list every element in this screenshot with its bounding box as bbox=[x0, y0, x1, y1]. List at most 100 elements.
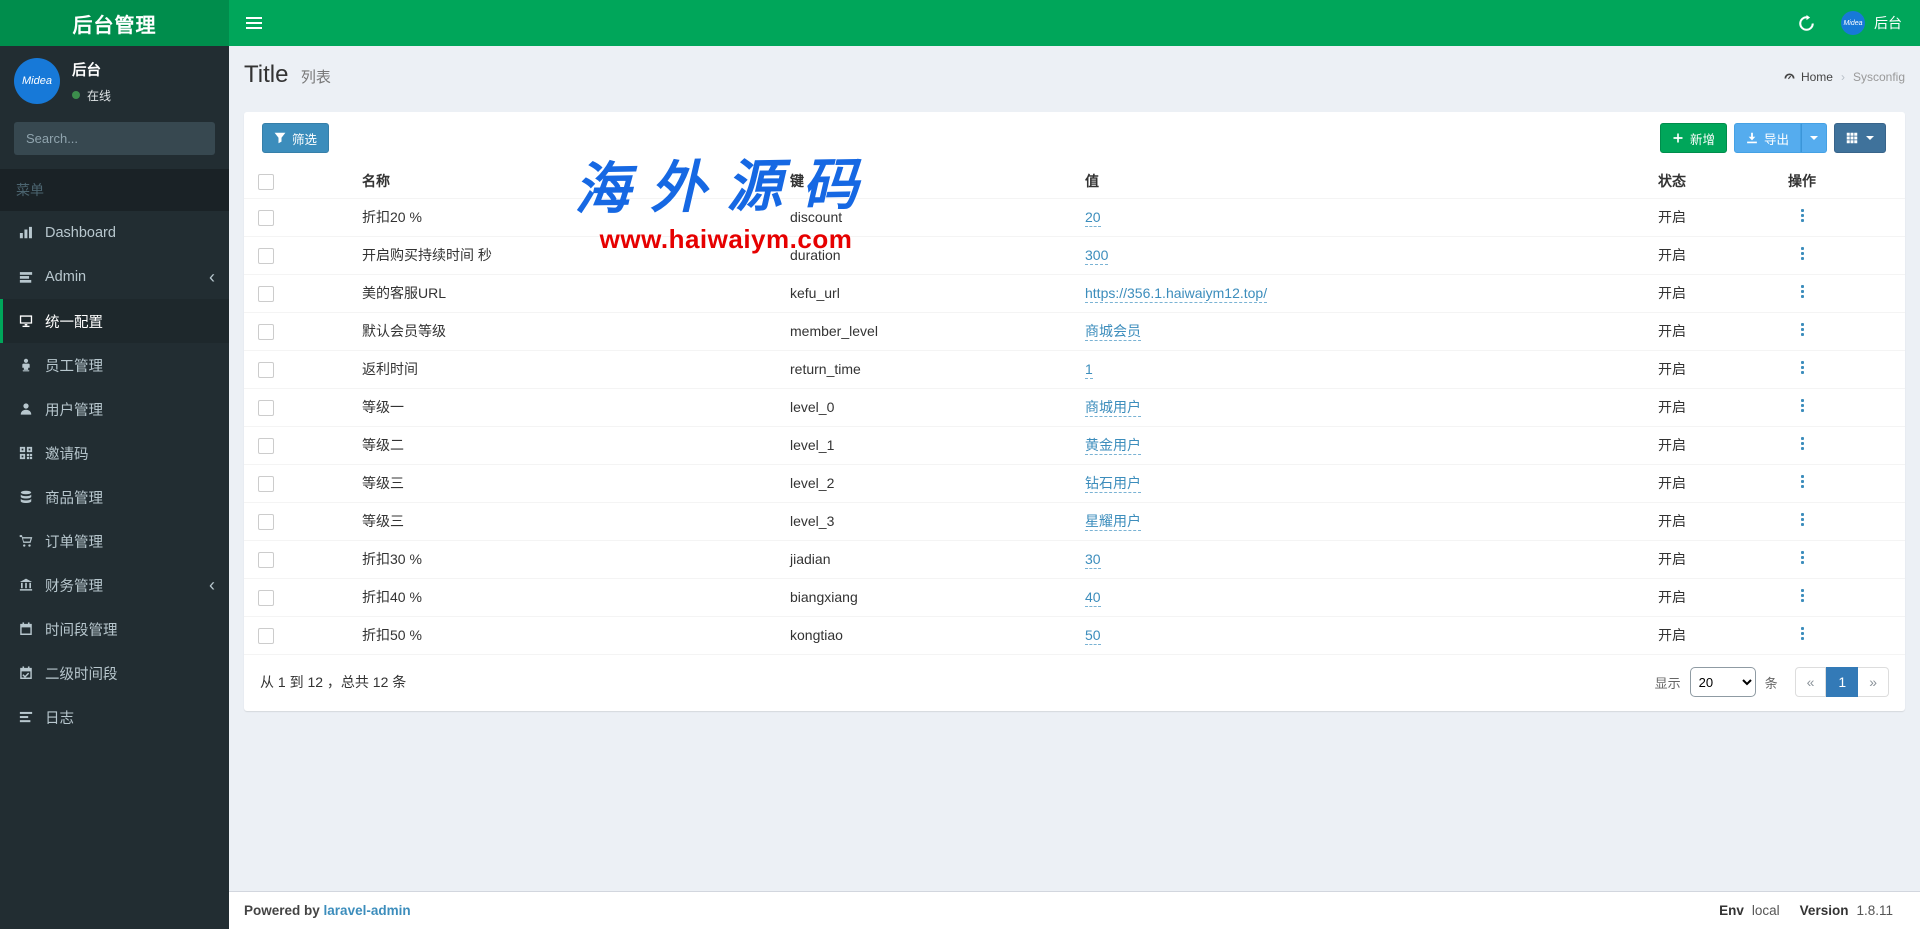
cell-status: 开启 bbox=[1650, 236, 1780, 275]
cell-status: 开启 bbox=[1650, 312, 1780, 351]
cell-value-editable-link[interactable]: 300 bbox=[1085, 247, 1109, 265]
table-header-row: 名称 键 值 状态 操作 bbox=[244, 164, 1905, 199]
cell-status: 开启 bbox=[1650, 464, 1780, 503]
cell-value-editable-link[interactable]: 黄金用户 bbox=[1085, 437, 1141, 455]
cell-value-editable-link[interactable]: 商城用户 bbox=[1085, 399, 1141, 417]
row-checkbox[interactable] bbox=[258, 210, 274, 227]
search-button[interactable] bbox=[214, 122, 215, 155]
row-checkbox[interactable] bbox=[258, 438, 274, 455]
sidebar-item-admin[interactable]: Admin ‹ bbox=[0, 255, 229, 299]
row-actions-icon[interactable] bbox=[1801, 475, 1804, 478]
sidebar-item-orders[interactable]: 订单管理 ‹ bbox=[0, 519, 229, 563]
row-checkbox[interactable] bbox=[258, 476, 274, 493]
row-actions-icon[interactable] bbox=[1801, 399, 1804, 402]
create-button[interactable]: 新增 bbox=[1659, 123, 1727, 153]
sidebar-item-log[interactable]: 日志 ‹ bbox=[0, 695, 229, 739]
sidebar-item-dashboard[interactable]: Dashboard ‹ bbox=[0, 211, 229, 255]
row-checkbox[interactable] bbox=[258, 628, 274, 645]
sidebar-item-unified-config[interactable]: 统一配置 ‹ bbox=[0, 299, 229, 343]
column-selector-button[interactable] bbox=[1834, 123, 1886, 153]
sidebar-search bbox=[14, 122, 215, 155]
cell-status: 开启 bbox=[1650, 540, 1780, 579]
page-footer: Powered by laravel-admin Env local Versi… bbox=[229, 891, 1920, 929]
row-checkbox[interactable] bbox=[258, 248, 274, 265]
column-header-action: 操作 bbox=[1780, 164, 1905, 199]
row-actions-icon[interactable] bbox=[1801, 589, 1804, 592]
row-checkbox[interactable] bbox=[258, 552, 274, 569]
cell-value-editable-link[interactable]: 30 bbox=[1085, 551, 1101, 569]
row-actions-icon[interactable] bbox=[1801, 627, 1804, 630]
search-input[interactable] bbox=[14, 122, 214, 155]
breadcrumb-home-link[interactable]: Home bbox=[1783, 70, 1833, 84]
row-actions-icon[interactable] bbox=[1801, 209, 1804, 212]
cell-name: 折扣40 % bbox=[354, 578, 782, 617]
chevron-left-icon: ‹ bbox=[209, 575, 215, 595]
cell-value-editable-link[interactable]: 钻石用户 bbox=[1085, 475, 1141, 493]
main-content: Title 列表 Home › Sysconfig 海外源码 www.haiwa… bbox=[229, 46, 1920, 929]
chevron-left-icon: ‹ bbox=[209, 267, 215, 287]
sidebar-item-finance[interactable]: 财务管理 ‹ bbox=[0, 563, 229, 607]
cell-status: 开启 bbox=[1650, 274, 1780, 313]
cell-key: kefu_url bbox=[782, 274, 1077, 313]
row-checkbox[interactable] bbox=[258, 286, 274, 303]
row-actions-icon[interactable] bbox=[1801, 285, 1804, 288]
cell-value-editable-link[interactable]: 20 bbox=[1085, 209, 1101, 227]
sidebar-item-users[interactable]: 用户管理 ‹ bbox=[0, 387, 229, 431]
row-actions-icon[interactable] bbox=[1801, 513, 1804, 516]
refresh-button[interactable] bbox=[1791, 0, 1821, 46]
sidebar-user-name: 后台 bbox=[72, 62, 101, 79]
cell-key: level_0 bbox=[782, 388, 1077, 427]
sidebar-item-timeslot[interactable]: 时间段管理 ‹ bbox=[0, 607, 229, 651]
sidebar-toggle-button[interactable] bbox=[229, 0, 279, 46]
per-page-select[interactable]: 20 bbox=[1689, 667, 1756, 697]
column-header-status: 状态 bbox=[1650, 164, 1780, 199]
row-actions-icon[interactable] bbox=[1801, 437, 1804, 440]
version-value: 1.8.11 bbox=[1856, 903, 1893, 918]
row-actions-icon[interactable] bbox=[1801, 247, 1804, 250]
brand-logo[interactable]: 后台管理 bbox=[0, 0, 229, 46]
cell-value-editable-link[interactable]: 星耀用户 bbox=[1085, 513, 1141, 531]
row-checkbox[interactable] bbox=[258, 400, 274, 417]
row-actions-icon[interactable] bbox=[1801, 551, 1804, 554]
env-label: Env bbox=[1719, 903, 1744, 918]
download-icon bbox=[1747, 132, 1757, 144]
bank-icon bbox=[16, 578, 36, 592]
sidebar-item-goods[interactable]: 商品管理 ‹ bbox=[0, 475, 229, 519]
row-checkbox[interactable] bbox=[258, 590, 274, 607]
powered-by-label: Powered by bbox=[244, 903, 320, 918]
export-dropdown-button[interactable] bbox=[1801, 123, 1827, 153]
cell-value-editable-link[interactable]: 40 bbox=[1085, 589, 1101, 607]
navbar-user-menu[interactable]: Midea 后台 bbox=[1841, 0, 1902, 46]
cell-value-editable-link[interactable]: 商城会员 bbox=[1085, 323, 1141, 341]
cell-value-editable-link[interactable]: 50 bbox=[1085, 627, 1101, 645]
column-header-value: 值 bbox=[1077, 164, 1650, 199]
sidebar-item-sub-timeslot[interactable]: 二级时间段 ‹ bbox=[0, 651, 229, 695]
export-button[interactable]: 导出 bbox=[1733, 123, 1801, 153]
row-checkbox[interactable] bbox=[258, 514, 274, 531]
row-actions-icon[interactable] bbox=[1801, 323, 1804, 326]
row-actions-icon[interactable] bbox=[1801, 361, 1804, 364]
row-checkbox[interactable] bbox=[258, 362, 274, 379]
caret-down-icon bbox=[1866, 136, 1874, 140]
filter-button[interactable]: 筛选 bbox=[262, 123, 330, 153]
grid-icon bbox=[1846, 132, 1858, 144]
pagination-next-button[interactable]: » bbox=[1858, 667, 1889, 697]
select-all-checkbox[interactable] bbox=[258, 173, 274, 190]
cell-key: member_level bbox=[782, 312, 1077, 351]
sidebar-item-staff[interactable]: 员工管理 ‹ bbox=[0, 343, 229, 387]
cell-key: discount bbox=[782, 198, 1077, 237]
laravel-admin-link[interactable]: laravel-admin bbox=[324, 903, 411, 918]
pagination-prev-button[interactable]: « bbox=[1794, 667, 1827, 697]
employee-icon bbox=[16, 358, 36, 372]
sidebar-user-panel: Midea 后台 在线 bbox=[0, 46, 229, 114]
breadcrumb: Home › Sysconfig bbox=[1783, 70, 1905, 84]
pagination-page-1[interactable]: 1 bbox=[1826, 667, 1859, 697]
table-row: 折扣50 % kongtiao 50 开启 bbox=[244, 616, 1905, 655]
rows-summary: 从 1 到 12 ，总共 12 条 bbox=[260, 674, 407, 690]
cell-value-editable-link[interactable]: https://356.1.haiwaiym12.top/ bbox=[1085, 285, 1268, 303]
row-checkbox[interactable] bbox=[258, 324, 274, 341]
cell-name: 等级二 bbox=[354, 426, 782, 465]
sidebar-item-invite-code[interactable]: 邀请码 ‹ bbox=[0, 431, 229, 475]
cell-value-editable-link[interactable]: 1 bbox=[1085, 361, 1093, 379]
grid-card: 海外源码 www.haiwaiym.com 筛选 新增 导出 名称 键 值 状态… bbox=[244, 112, 1905, 711]
